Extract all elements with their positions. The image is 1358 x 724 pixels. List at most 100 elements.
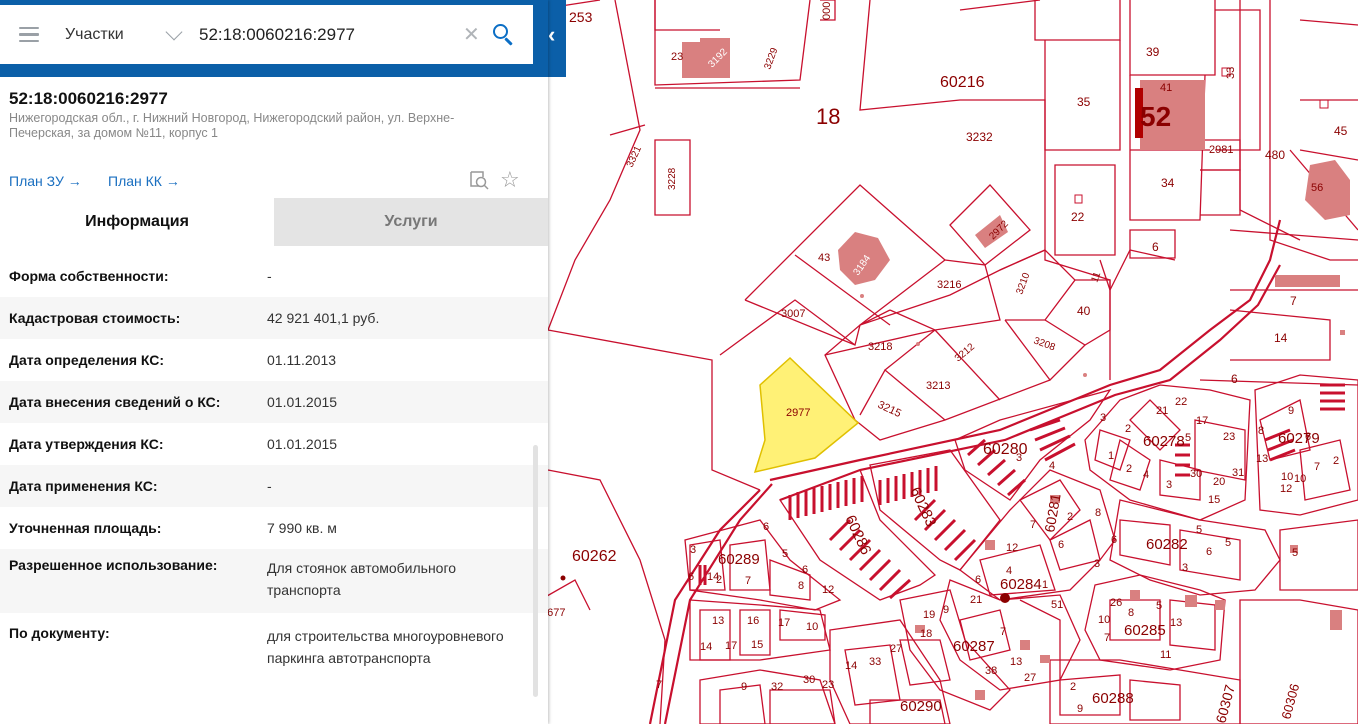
svg-text:12: 12	[822, 584, 834, 596]
star-icon[interactable]: ☆	[500, 169, 522, 191]
tab-services[interactable]: Услуги	[274, 198, 548, 246]
svg-text:7: 7	[1000, 626, 1006, 638]
svg-text:480: 480	[1265, 148, 1285, 162]
chevron-down-icon[interactable]	[165, 23, 183, 40]
menu-icon[interactable]	[19, 26, 39, 43]
panel-scrollbar[interactable]	[533, 445, 538, 697]
arrow-right-icon: →	[67, 173, 82, 189]
svg-text:12: 12	[1006, 542, 1018, 554]
svg-text:3228: 3228	[667, 167, 678, 190]
info-row: Уточненная площадь: 7 990 кв. м	[0, 507, 548, 549]
svg-text:33: 33	[1225, 67, 1237, 79]
svg-text:60287: 60287	[953, 638, 995, 655]
svg-text:10: 10	[1281, 471, 1293, 483]
svg-text:5: 5	[1156, 600, 1162, 612]
svg-text:5: 5	[1185, 432, 1191, 444]
svg-text:38: 38	[985, 665, 997, 677]
svg-text:60216: 60216	[940, 74, 985, 91]
svg-text:3: 3	[1100, 412, 1106, 424]
svg-text:3: 3	[1016, 452, 1022, 464]
svg-text:60285: 60285	[1124, 622, 1166, 639]
svg-text:60278: 60278	[1143, 433, 1185, 450]
svg-text:41: 41	[1160, 82, 1172, 94]
svg-text:9: 9	[1077, 703, 1083, 715]
svg-text:1: 1	[1108, 450, 1114, 462]
svg-text:15: 15	[751, 639, 763, 651]
parcel-address: Нижегородская обл., г. Нижний Новгород, …	[9, 111, 455, 140]
svg-text:30: 30	[803, 674, 815, 686]
svg-text:45: 45	[1334, 124, 1348, 138]
svg-text:23: 23	[671, 51, 683, 63]
svg-text:7: 7	[1104, 632, 1110, 644]
clear-icon[interactable]: ✕	[463, 22, 487, 47]
plan-kk-link[interactable]: План КК →	[108, 173, 180, 189]
svg-text:26: 26	[1110, 597, 1122, 609]
svg-text:32: 32	[771, 681, 783, 693]
svg-text:18: 18	[816, 104, 840, 129]
svg-text:11: 11	[1160, 649, 1171, 661]
info-value: -	[267, 268, 272, 284]
svg-text:22: 22	[1175, 396, 1187, 408]
svg-text:13: 13	[1170, 617, 1182, 629]
svg-text:5: 5	[1225, 537, 1231, 549]
info-value: 42 921 401,1 руб.	[267, 310, 380, 326]
search-icon[interactable]	[491, 22, 517, 48]
info-key: Форма собственности:	[9, 268, 169, 284]
svg-text:12: 12	[1280, 483, 1292, 495]
svg-text:4: 4	[1143, 469, 1149, 481]
svg-text:2: 2	[1067, 511, 1073, 523]
collapse-panel-button[interactable]: ‹	[548, 22, 555, 48]
svg-text:17: 17	[1196, 415, 1208, 427]
info-row: Дата внесения сведений о КС: 01.01.2015	[0, 381, 548, 423]
svg-text:9: 9	[943, 604, 949, 616]
svg-text:10: 10	[806, 621, 818, 633]
svg-text:6: 6	[802, 564, 808, 576]
info-value: 01.01.2015	[267, 394, 338, 410]
svg-text:3: 3	[1094, 558, 1100, 570]
svg-text:7: 7	[745, 575, 751, 587]
info-value: 01.01.2015	[267, 436, 338, 452]
svg-text:14: 14	[1274, 331, 1288, 345]
svg-text:13: 13	[1010, 656, 1022, 668]
svg-text:19: 19	[923, 609, 935, 621]
svg-text:7: 7	[1314, 461, 1320, 473]
svg-text:2: 2	[716, 574, 722, 586]
svg-text:15: 15	[1208, 494, 1220, 506]
info-row: Дата утверждения КС: 01.01.2015	[0, 423, 548, 465]
svg-text:253: 253	[569, 9, 593, 25]
svg-text:17: 17	[778, 617, 790, 629]
info-row: Дата определения КС: 01.11.2013	[0, 339, 548, 381]
info-row: По документу: для строительства многоуро…	[0, 613, 548, 703]
svg-text:10: 10	[1294, 473, 1306, 485]
layer-select[interactable]: Участки	[65, 26, 160, 44]
info-table: Форма собственности: - Кадастровая стоим…	[0, 255, 548, 703]
svg-text:8: 8	[1095, 507, 1101, 519]
info-row: Дата применения КС: -	[0, 465, 548, 507]
info-key: Кадастровая стоимость:	[9, 310, 181, 326]
svg-text:8: 8	[1258, 425, 1264, 437]
plan-zu-link[interactable]: План ЗУ →	[9, 173, 82, 189]
svg-text:18: 18	[920, 628, 932, 640]
svg-text:20: 20	[1213, 476, 1225, 488]
svg-text:17: 17	[725, 640, 737, 652]
svg-text:4: 4	[1006, 565, 1012, 577]
svg-text:60284: 60284	[1000, 576, 1042, 593]
svg-text:60288: 60288	[1092, 690, 1134, 707]
svg-text:52: 52	[1140, 101, 1171, 132]
svg-text:8: 8	[1128, 607, 1134, 619]
svg-text:7: 7	[1290, 294, 1297, 308]
svg-text:2: 2	[1125, 423, 1131, 435]
info-key: Дата определения КС:	[9, 352, 165, 368]
svg-text:60262: 60262	[572, 548, 617, 565]
svg-text:1: 1	[1042, 579, 1048, 591]
search-input[interactable]: 52:18:0060216:2977	[199, 25, 459, 45]
svg-text:6: 6	[1152, 240, 1159, 254]
svg-text:27: 27	[1024, 672, 1036, 684]
svg-text:6: 6	[1058, 539, 1064, 551]
info-value: -	[267, 478, 272, 494]
info-value: 7 990 кв. м	[267, 520, 337, 536]
info-panel: Участки 52:18:0060216:2977 ✕ 52:18:00602…	[0, 0, 548, 724]
svg-text:6: 6	[1305, 431, 1311, 443]
tab-information[interactable]: Информация	[0, 198, 274, 246]
zoom-to-parcel-icon[interactable]	[468, 169, 490, 191]
